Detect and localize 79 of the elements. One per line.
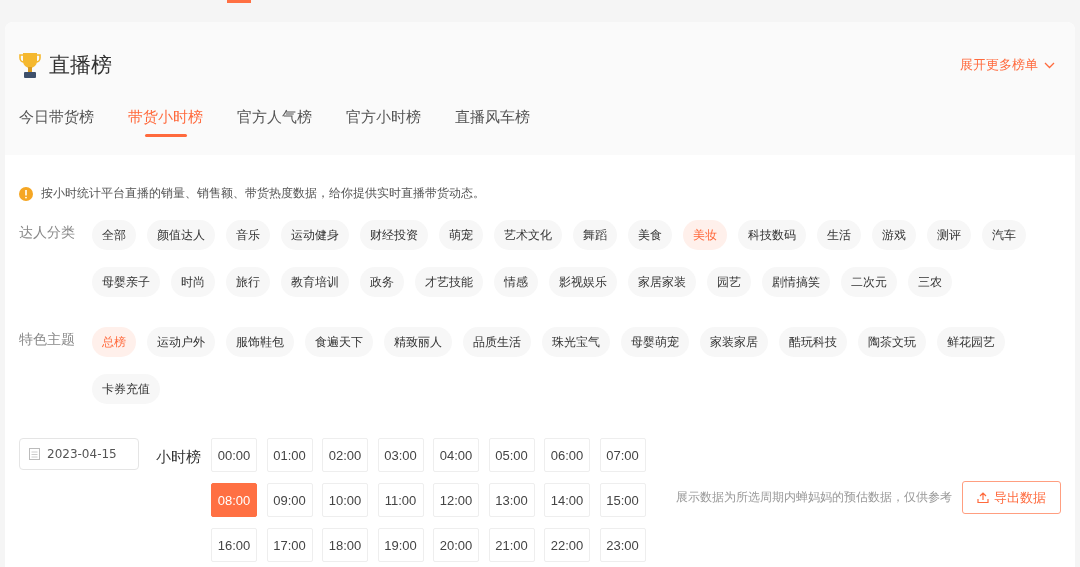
- hour-option[interactable]: 16:00: [211, 528, 257, 562]
- filter-label: 达人分类: [19, 223, 76, 242]
- filter-tag[interactable]: 品质生活: [463, 327, 531, 357]
- hour-option[interactable]: 11:00: [377, 483, 424, 517]
- warning-icon: [19, 186, 33, 201]
- page-title: 直播榜: [49, 52, 112, 79]
- filter-tag[interactable]: 艺术文化: [494, 220, 562, 250]
- hour-option[interactable]: 09:00: [266, 483, 313, 517]
- filter-tag[interactable]: 母婴萌宠: [621, 327, 689, 357]
- filter-tag[interactable]: 服饰鞋包: [226, 327, 294, 357]
- filter-tag[interactable]: 汽车: [982, 220, 1026, 250]
- filter-tag[interactable]: 生活: [817, 220, 861, 250]
- filter-tag[interactable]: 珠光宝气: [542, 327, 610, 357]
- notice-text: 按小时统计平台直播的销量、销售额、带货热度数据，给你提供实时直播带货动态。: [41, 185, 485, 202]
- filter-tag[interactable]: 园艺: [707, 267, 751, 297]
- filter-tag[interactable]: 政务: [360, 267, 404, 297]
- hour-option[interactable]: 14:00: [544, 483, 590, 517]
- filter-tag[interactable]: 才艺技能: [415, 267, 483, 297]
- filter-tag[interactable]: 母婴亲子: [92, 267, 160, 297]
- filter-tag[interactable]: 时尚: [171, 267, 215, 297]
- filter-tag[interactable]: 陶茶文玩: [858, 327, 926, 357]
- filter-tag[interactable]: 音乐: [226, 220, 270, 250]
- hour-option[interactable]: 20:00: [433, 528, 479, 562]
- filter-tag[interactable]: 教育培训: [281, 267, 349, 297]
- hour-label: 小时榜: [156, 448, 201, 467]
- disclaimer-text: 展示数据为所选周期内蝉妈妈的预估数据，仅供参考: [676, 489, 952, 506]
- filter-tag[interactable]: 运动户外: [147, 327, 215, 357]
- hour-option[interactable]: 02:00: [322, 438, 368, 472]
- filter-tag[interactable]: 旅行: [226, 267, 270, 297]
- filter-tag[interactable]: 食遍天下: [305, 327, 373, 357]
- hour-option[interactable]: 05:00: [488, 438, 535, 472]
- date-field[interactable]: 2023-04-15: [19, 438, 139, 470]
- upload-icon: [977, 491, 989, 504]
- filter-tag[interactable]: 卡券充值: [92, 374, 160, 404]
- tab[interactable]: 官方小时榜: [346, 108, 421, 137]
- filter-tag[interactable]: 财经投资: [360, 220, 428, 250]
- filter-tag[interactable]: 舞蹈: [573, 220, 617, 250]
- hour-option[interactable]: 21:00: [488, 528, 535, 562]
- filter-tag[interactable]: 科技数码: [738, 220, 806, 250]
- filter-tag[interactable]: 测评: [927, 220, 971, 250]
- hour-option[interactable]: 04:00: [433, 438, 479, 472]
- hour-option[interactable]: 03:00: [377, 438, 424, 472]
- hour-option[interactable]: 18:00: [322, 528, 368, 562]
- filter-tag[interactable]: 剧情搞笑: [762, 267, 830, 297]
- filter-tag[interactable]: 运动健身: [281, 220, 349, 250]
- hour-option[interactable]: 10:00: [322, 483, 368, 517]
- filter-tag[interactable]: 二次元: [841, 267, 897, 297]
- hour-option[interactable]: 06:00: [544, 438, 590, 472]
- filter-tag[interactable]: 家装家居: [700, 327, 768, 357]
- hour-option[interactable]: 17:00: [266, 528, 313, 562]
- hour-option[interactable]: 00:00: [211, 438, 257, 472]
- filter-tag[interactable]: 家居家装: [628, 267, 696, 297]
- filter-tag[interactable]: 酷玩科技: [779, 327, 847, 357]
- filter-tag[interactable]: 情感: [494, 267, 538, 297]
- hour-option[interactable]: 01:00: [266, 438, 313, 472]
- filter-tag[interactable]: 全部: [92, 220, 136, 250]
- hour-option[interactable]: 22:00: [544, 528, 590, 562]
- hour-option[interactable]: 19:00: [377, 528, 424, 562]
- trophy-icon: [19, 51, 41, 79]
- filter-tag[interactable]: 三农: [908, 267, 952, 297]
- hour-option[interactable]: 07:00: [599, 438, 646, 472]
- nav-indicator: [227, 0, 251, 3]
- tab[interactable]: 官方人气榜: [237, 108, 312, 137]
- filter-label: 特色主题: [19, 330, 76, 349]
- hour-option[interactable]: 15:00: [599, 483, 646, 517]
- tab[interactable]: 直播风车榜: [455, 108, 530, 137]
- filter-tag[interactable]: 鲜花园艺: [937, 327, 1005, 357]
- filter-tag[interactable]: 颜值达人: [147, 220, 215, 250]
- hour-option[interactable]: 13:00: [488, 483, 535, 517]
- hour-option[interactable]: 12:00: [433, 483, 479, 517]
- tab[interactable]: 今日带货榜: [19, 108, 94, 137]
- filter-tag[interactable]: 萌宠: [439, 220, 483, 250]
- filter-tag[interactable]: 精致丽人: [384, 327, 452, 357]
- hour-option[interactable]: 23:00: [599, 528, 646, 562]
- filter-tag[interactable]: 影视娱乐: [549, 267, 617, 297]
- filter-tag[interactable]: 美食: [628, 220, 672, 250]
- chevron-down-icon: [1044, 61, 1055, 69]
- filter-tag[interactable]: 游戏: [872, 220, 916, 250]
- calendar-icon: [29, 448, 40, 460]
